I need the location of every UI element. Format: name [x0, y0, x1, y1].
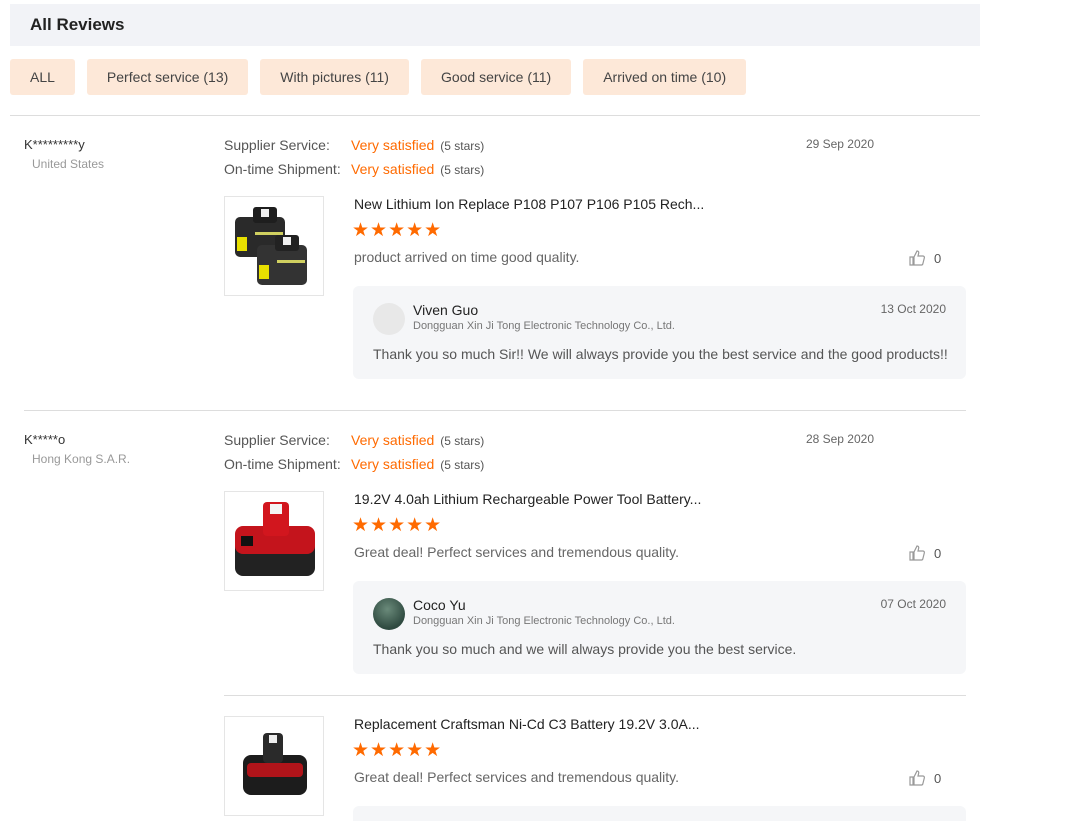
like-button[interactable]: 0 [908, 249, 941, 267]
review-filter-bar: ALL Perfect service (13) With pictures (… [10, 59, 747, 95]
supplier-service-stars: (5 stars) [440, 434, 485, 448]
filter-all[interactable]: ALL [10, 59, 75, 95]
avatar [373, 303, 405, 335]
product-title[interactable]: 19.2V 4.0ah Lithium Rechargeable Power T… [354, 491, 701, 507]
seller-reply: Viven Guo Dongguan Xin Ji Tong Electroni… [353, 286, 966, 379]
supplier-service-stars: (5 stars) [440, 139, 485, 153]
like-count: 0 [934, 770, 942, 786]
filter-arrived-on-time[interactable]: Arrived on time (10) [583, 59, 747, 95]
divider [224, 695, 966, 696]
shipment-label: On-time Shipment: [224, 456, 341, 472]
product-image[interactable] [224, 196, 324, 296]
reply-author: Viven Guo [413, 302, 479, 318]
shipment-rating: On-time Shipment: Very satisfied (5 stars) [224, 161, 484, 177]
supplier-service-label: Supplier Service: [224, 432, 330, 448]
review-date: 28 Sep 2020 [805, 432, 874, 446]
supplier-service-rating: Supplier Service: Very satisfied (5 stars) [224, 432, 484, 448]
section-title: All Reviews [10, 4, 980, 46]
reviewer-name: K*****o [24, 432, 66, 447]
red-battery-image [235, 502, 315, 576]
like-count: 0 [934, 250, 942, 266]
reviewer-name: K*********y [24, 137, 85, 152]
reviewer-country: United States [32, 157, 105, 171]
reply-company: Dongguan Xin Ji Tong Electronic Technolo… [413, 615, 675, 627]
like-button[interactable]: 0 [908, 769, 941, 787]
review-text: Great deal! Perfect services and tremend… [354, 544, 680, 560]
product-title[interactable]: New Lithium Ion Replace P108 P107 P106 P… [354, 196, 704, 212]
reply-date: 07 Oct 2020 [880, 597, 946, 611]
shipment-value: Very satisfied [351, 456, 435, 472]
shipment-stars: (5 stars) [440, 458, 485, 472]
reply-company: Dongguan Xin Ji Tong Electronic Technolo… [413, 320, 675, 332]
supplier-service-rating: Supplier Service: Very satisfied (5 stars) [224, 137, 484, 153]
shipment-stars: (5 stars) [440, 163, 485, 177]
divider [24, 410, 966, 411]
like-count: 0 [934, 545, 942, 561]
supplier-service-value: Very satisfied [351, 137, 435, 153]
filter-perfect-service[interactable]: Perfect service (13) [86, 59, 249, 95]
star-rating: ★★★★★ [352, 515, 443, 536]
seller-reply [353, 806, 966, 821]
reply-message: Thank you so much and we will always pro… [373, 641, 797, 657]
star-rating: ★★★★★ [352, 740, 443, 761]
shipment-value: Very satisfied [351, 161, 435, 177]
review-date: 29 Sep 2020 [805, 137, 874, 151]
reviewer-country: Hong Kong S.A.R. [32, 452, 131, 466]
filter-good-service[interactable]: Good service (11) [420, 59, 572, 95]
star-rating: ★★★★★ [352, 220, 443, 241]
thumbs-up-icon [909, 770, 925, 786]
supplier-service-label: Supplier Service: [224, 137, 330, 153]
black-battery-image [243, 733, 307, 795]
product-image[interactable] [224, 716, 324, 816]
product-image[interactable] [224, 491, 324, 591]
thumbs-up-icon [909, 250, 925, 266]
supplier-service-value: Very satisfied [351, 432, 435, 448]
seller-reply: Coco Yu Dongguan Xin Ji Tong Electronic … [353, 581, 966, 674]
reply-date: 13 Oct 2020 [880, 302, 946, 316]
avatar [373, 598, 405, 630]
product-title[interactable]: Replacement Craftsman Ni-Cd C3 Battery 1… [354, 716, 699, 732]
review-text: product arrived on time good quality. [354, 249, 580, 265]
shipment-rating: On-time Shipment: Very satisfied (5 stars) [224, 456, 484, 472]
reply-author: Coco Yu [413, 597, 466, 613]
shipment-label: On-time Shipment: [224, 161, 341, 177]
battery-pair-image [235, 207, 307, 285]
filter-with-pictures[interactable]: With pictures (11) [260, 59, 409, 95]
like-button[interactable]: 0 [908, 544, 941, 562]
review-text: Great deal! Perfect services and tremend… [354, 769, 680, 785]
divider [10, 115, 980, 116]
reply-message: Thank you so much Sir!! We will always p… [373, 346, 948, 362]
thumbs-up-icon [909, 545, 925, 561]
